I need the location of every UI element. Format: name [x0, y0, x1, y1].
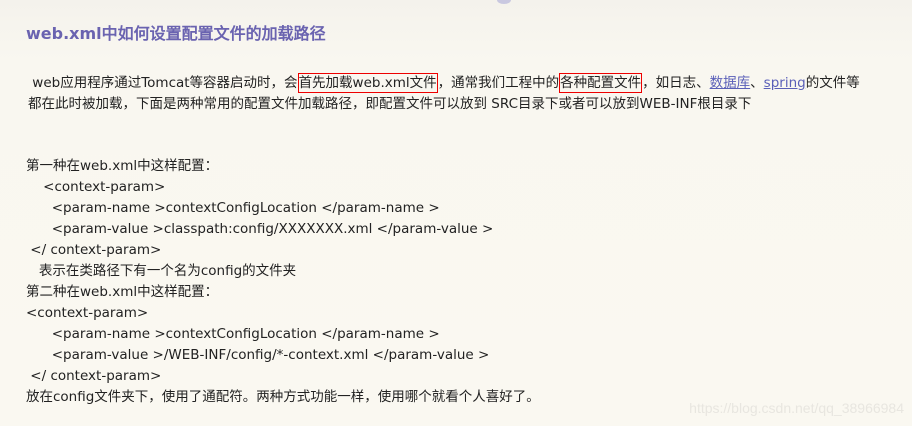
text: ，如日志、 [642, 75, 710, 91]
intro-line-1: web应用程序通过Tomcat等容器启动时，会首先加载web.xml文件，通常我… [28, 73, 860, 94]
content-line: <param-name >contextConfigLocation </par… [26, 326, 440, 342]
content-line: 放在config文件夹下，使用了通配符。两种方式功能一样，使用哪个就看个人喜好了… [26, 389, 540, 405]
text: 、 [750, 75, 764, 91]
watermark: https://blog.csdn.net/qq_38966984 [689, 400, 904, 416]
scroll-indicator [497, 0, 511, 4]
intro-line-2: 都在此时被加载，下面是两种常用的配置文件加载路径，即配置文件可以放到 SRC目录… [28, 96, 752, 112]
highlight-box: 各种配置文件 [559, 73, 643, 93]
link-spring[interactable]: spring [764, 75, 806, 91]
content-line: <param-value >classpath:config/XXXXXXX.x… [26, 221, 494, 237]
highlight-box: 首先加载web.xml文件 [297, 73, 438, 93]
content-line: <context-param> [26, 179, 166, 195]
content-line: 表示在类路径下有一个名为config的文件夹 [26, 263, 297, 279]
content-line: </ context-param> [26, 368, 162, 384]
content-line: <param-value >/WEB-INF/config/*-context.… [26, 347, 490, 363]
content-line: <context-param> [26, 305, 149, 321]
content-line: 第一种在web.xml中这样配置： [26, 158, 219, 174]
article-title: web.xml中如何设置配置文件的加载路径 [26, 24, 326, 43]
content-line: </ context-param> [26, 242, 162, 258]
text: ，通常我们工程中的 [437, 75, 560, 91]
text: web应用程序通过Tomcat等容器启动时，会 [28, 75, 298, 91]
text: 的文件等 [805, 75, 860, 91]
content-line: <param-name >contextConfigLocation </par… [26, 200, 440, 216]
content-line: 第二种在web.xml中这样配置： [26, 284, 219, 300]
link-database[interactable]: 数据库 [710, 75, 751, 91]
